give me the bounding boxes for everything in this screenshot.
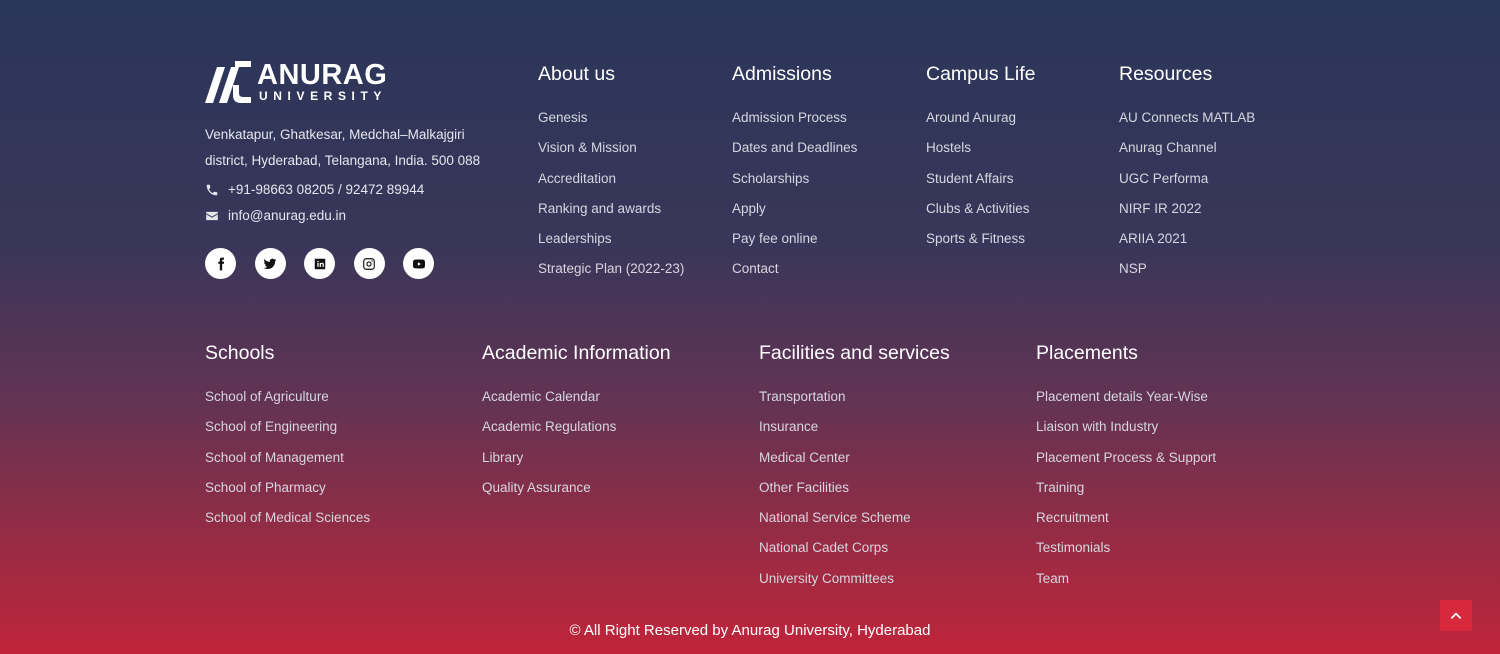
- footer-link[interactable]: Library: [482, 450, 671, 480]
- logo-wordmark: ANURAG: [257, 59, 388, 91]
- university-logo[interactable]: ANURAG UNIVERSITY: [205, 59, 395, 104]
- footer-link[interactable]: NSP: [1119, 261, 1255, 291]
- link-list: Placement details Year-Wise Liaison with…: [1036, 389, 1216, 601]
- footer-link[interactable]: Apply: [732, 201, 857, 231]
- footer-link[interactable]: Hostels: [926, 140, 1035, 170]
- footer-link[interactable]: Sports & Fitness: [926, 231, 1035, 261]
- column-heading: Campus Life: [926, 63, 1036, 85]
- footer-link[interactable]: National Cadet Corps: [759, 540, 950, 570]
- footer-column-campus-life: Campus Life Around Anurag Hostels Studen…: [926, 62, 1035, 261]
- footer-link[interactable]: AU Connects MATLAB: [1119, 110, 1255, 140]
- phone-icon: [206, 184, 218, 195]
- twitter-icon: [263, 258, 277, 269]
- instagram-button[interactable]: [353, 248, 385, 279]
- footer-link[interactable]: Genesis: [538, 110, 684, 140]
- footer-link[interactable]: ARIIA 2021: [1119, 231, 1255, 261]
- youtube-button[interactable]: [403, 248, 434, 279]
- envelope-icon: [206, 211, 218, 220]
- column-heading: Admissions: [732, 63, 832, 85]
- footer-link[interactable]: Contact: [732, 261, 857, 291]
- link-list: Genesis Vision & Mission Accreditation R…: [538, 110, 684, 292]
- footer-column-about: About us Genesis Vision & Mission Accred…: [538, 62, 684, 292]
- footer-link[interactable]: Around Anurag: [926, 110, 1035, 140]
- footer-link[interactable]: Team: [1036, 571, 1216, 601]
- footer-column-academic-information: Academic Information Academic Calendar A…: [482, 341, 671, 510]
- twitter-button[interactable]: [254, 248, 286, 279]
- logo-subtitle: UNIVERSITY: [259, 89, 388, 103]
- footer-column-admissions: Admissions Admission Process Dates and D…: [732, 62, 857, 292]
- linkedin-button[interactable]: [304, 248, 335, 279]
- footer-link[interactable]: Medical Center: [759, 450, 950, 480]
- footer-link[interactable]: School of Engineering: [205, 419, 370, 449]
- link-list: Admission Process Dates and Deadlines Sc…: [732, 110, 857, 292]
- footer-link[interactable]: Ranking and awards: [538, 201, 684, 231]
- footer-link[interactable]: Transportation: [759, 389, 950, 419]
- footer-link[interactable]: Testimonials: [1036, 540, 1216, 570]
- footer-link[interactable]: Quality Assurance: [482, 480, 671, 510]
- chevron-up-icon: [1450, 611, 1462, 619]
- phone-row: +91-98663 08205 / 92472 89944: [205, 182, 424, 197]
- footer-column-placements: Placements Placement details Year-Wise L…: [1036, 341, 1216, 601]
- copyright-text: © All Right Reserved by Anurag Universit…: [569, 622, 931, 639]
- footer-link[interactable]: School of Medical Sciences: [205, 510, 370, 540]
- footer-link[interactable]: Other Facilities: [759, 480, 950, 510]
- footer-link[interactable]: UGC Performa: [1119, 171, 1255, 201]
- phone-number[interactable]: +91-98663 08205 / 92472 89944: [228, 182, 424, 197]
- address-line-2: district, Hyderabad, Telangana, India. 5…: [205, 152, 481, 168]
- address: Venkatapur, Ghatkesar, Medchal–Malkajgir…: [205, 122, 505, 173]
- column-heading: Placements: [1036, 342, 1138, 364]
- footer-link[interactable]: National Service Scheme: [759, 510, 950, 540]
- anurag-logo-mark-icon: [205, 61, 251, 103]
- footer-link[interactable]: Liaison with Industry: [1036, 419, 1216, 449]
- footer-link[interactable]: School of Pharmacy: [205, 480, 370, 510]
- footer-link[interactable]: School of Agriculture: [205, 389, 370, 419]
- link-list: Academic Calendar Academic Regulations L…: [482, 389, 671, 510]
- footer-column-facilities: Facilities and services Transportation I…: [759, 341, 950, 601]
- footer-link[interactable]: Academic Calendar: [482, 389, 671, 419]
- footer-link[interactable]: Clubs & Activities: [926, 201, 1035, 231]
- footer-link[interactable]: Scholarships: [732, 171, 857, 201]
- footer-link[interactable]: University Committees: [759, 571, 950, 601]
- footer-link[interactable]: Accreditation: [538, 171, 684, 201]
- footer-link[interactable]: School of Management: [205, 450, 370, 480]
- link-list: AU Connects MATLAB Anurag Channel UGC Pe…: [1119, 110, 1255, 292]
- footer-link[interactable]: Admission Process: [732, 110, 857, 140]
- footer-column-schools: Schools School of Agriculture School of …: [205, 341, 370, 540]
- column-heading: Academic Information: [482, 342, 671, 364]
- footer-link[interactable]: Dates and Deadlines: [732, 140, 857, 170]
- youtube-icon: [412, 259, 425, 268]
- facebook-icon: [217, 257, 224, 270]
- footer-link[interactable]: Strategic Plan (2022-23): [538, 261, 684, 291]
- email-address[interactable]: info@anurag.edu.in: [228, 208, 346, 223]
- link-list: Transportation Insurance Medical Center …: [759, 389, 950, 601]
- footer-column-resources: Resources AU Connects MATLAB Anurag Chan…: [1119, 62, 1255, 292]
- address-line-1: Venkatapur, Ghatkesar, Medchal–Malkajgir…: [205, 127, 465, 142]
- linkedin-icon: [314, 258, 325, 269]
- column-heading: About us: [538, 63, 615, 85]
- instagram-icon: [363, 257, 375, 270]
- footer-link[interactable]: Anurag Channel: [1119, 140, 1255, 170]
- footer-link[interactable]: Vision & Mission: [538, 140, 684, 170]
- footer-link[interactable]: Leaderships: [538, 231, 684, 261]
- footer-link[interactable]: Placement details Year-Wise: [1036, 389, 1216, 419]
- email-row: info@anurag.edu.in: [205, 208, 346, 223]
- link-list: Around Anurag Hostels Student Affairs Cl…: [926, 110, 1035, 261]
- footer-link[interactable]: Training: [1036, 480, 1216, 510]
- footer-link[interactable]: NIRF IR 2022: [1119, 201, 1255, 231]
- footer-link[interactable]: Placement Process & Support: [1036, 450, 1216, 480]
- footer-link[interactable]: Recruitment: [1036, 510, 1216, 540]
- column-heading: Resources: [1119, 63, 1213, 85]
- footer-link[interactable]: Academic Regulations: [482, 419, 671, 449]
- link-list: School of Agriculture School of Engineer…: [205, 389, 370, 540]
- column-heading: Facilities and services: [759, 342, 950, 364]
- column-heading: Schools: [205, 342, 275, 364]
- footer-link[interactable]: Pay fee online: [732, 231, 857, 261]
- social-links: [205, 248, 453, 279]
- footer-link[interactable]: Insurance: [759, 419, 950, 449]
- facebook-button[interactable]: [205, 248, 236, 279]
- footer-link[interactable]: Student Affairs: [926, 171, 1035, 201]
- scroll-to-top-button[interactable]: [1440, 600, 1472, 631]
